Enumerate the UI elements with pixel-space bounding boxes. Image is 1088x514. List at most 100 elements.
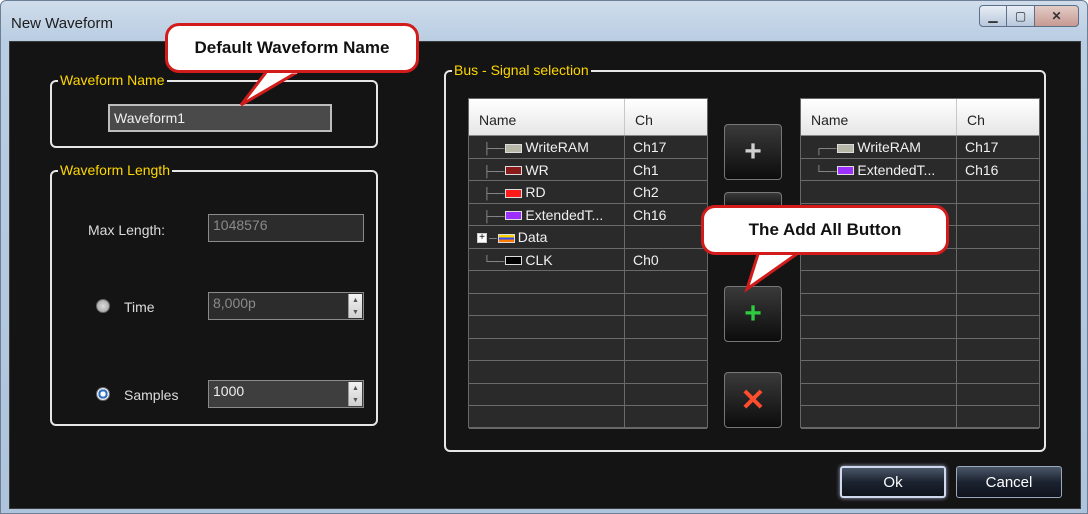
- signal-name-cell: [469, 271, 625, 293]
- signal-channel-cell: [957, 406, 1039, 428]
- empty-row: [469, 383, 707, 406]
- cancel-button[interactable]: Cancel: [956, 466, 1062, 498]
- selected-grid-header: Name Ch: [801, 99, 1039, 136]
- signal-name: WriteRAM: [857, 139, 921, 155]
- window-title: New Waveform: [11, 15, 113, 32]
- color-swatch-icon: [505, 211, 523, 221]
- signal-name-cell: [469, 383, 625, 405]
- tree-line-icon: ├──: [483, 165, 504, 178]
- signal-row[interactable]: + ─ Data: [469, 226, 707, 249]
- spin-down-icon: ▼: [352, 396, 359, 404]
- color-swatch-icon: [505, 143, 523, 153]
- signal-name-cell: ├── WriteRAM: [469, 136, 625, 158]
- signal-name-cell: [801, 181, 957, 203]
- signal-name-cell: ├── RD: [469, 181, 625, 203]
- signal-name-cell: [469, 406, 625, 428]
- waveform-name-group-title: Waveform Name: [58, 72, 167, 88]
- minimize-icon[interactable]: ▁: [979, 5, 1007, 27]
- time-spinner: ▲ ▼: [348, 294, 362, 318]
- signal-channel-cell: [625, 406, 707, 428]
- column-header-name[interactable]: Name: [469, 99, 625, 135]
- empty-row: [469, 338, 707, 361]
- signal-row[interactable]: └── ExtendedT... Ch16: [801, 158, 1039, 181]
- signal-channel-cell: [957, 294, 1039, 316]
- available-grid-body: ├── WriteRAM Ch17 ├── WR Ch1 ├── RD Ch2 ├── Extend…: [469, 136, 707, 429]
- bus-signal-selection-title: Bus - Signal selection: [452, 62, 591, 78]
- signal-channel-cell: [625, 316, 707, 338]
- signal-name-cell: └── CLK: [469, 248, 625, 270]
- signal-name-cell: └── ExtendedT...: [801, 158, 957, 180]
- max-length-label: Max Length:: [88, 222, 166, 238]
- signal-row[interactable]: ├── ExtendedT... Ch16: [469, 203, 707, 226]
- add-all-callout: The Add All Button: [701, 205, 949, 255]
- signal-channel-cell: Ch17: [625, 136, 707, 158]
- signal-name: WriteRAM: [525, 139, 589, 155]
- waveform-name-group: Waveform Name: [50, 72, 378, 148]
- signal-channel-cell: Ch1: [625, 159, 707, 181]
- signal-channel-cell: [957, 181, 1039, 203]
- signal-channel: Ch17: [965, 139, 999, 155]
- samples-value: 1000: [213, 383, 245, 399]
- samples-radio[interactable]: [96, 387, 110, 401]
- color-swatch-icon: [505, 166, 523, 176]
- tree-line-icon: └──: [815, 165, 836, 178]
- signal-channel-cell: Ch17: [957, 136, 1039, 158]
- selected-grid-body: ┌── WriteRAM Ch17 └── ExtendedT... Ch16: [801, 136, 1039, 429]
- signal-row[interactable]: ├── WriteRAM Ch17: [469, 136, 707, 159]
- signal-name: ExtendedT...: [857, 161, 936, 178]
- time-input: 8,000p ▲ ▼: [208, 292, 364, 320]
- title-bar[interactable]: New Waveform ▁ ▢ ✕: [1, 1, 1087, 41]
- available-grid-header: Name Ch: [469, 99, 707, 136]
- empty-row: [801, 293, 1039, 316]
- signal-channel: Ch16: [965, 161, 999, 178]
- color-swatch-icon: [837, 143, 855, 153]
- signal-row[interactable]: ├── WR Ch1: [469, 158, 707, 181]
- available-signals-grid[interactable]: Name Ch ├── WriteRAM Ch17 ├── WR Ch1 ├── RD Ch2 ├…: [468, 98, 708, 429]
- empty-row: [469, 271, 707, 294]
- selected-signals-grid[interactable]: Name Ch ┌── WriteRAM Ch17 └── ExtendedT... Ch…: [800, 98, 1040, 429]
- signal-row[interactable]: └── CLK Ch0: [469, 248, 707, 271]
- signal-channel-cell: [957, 384, 1039, 406]
- plus-icon: +: [744, 135, 762, 168]
- signal-channel-cell: [957, 361, 1039, 383]
- empty-row: [469, 361, 707, 384]
- waveform-length-group: Waveform Length Max Length: 1048576 Time…: [50, 162, 378, 426]
- column-header-name[interactable]: Name: [801, 99, 957, 135]
- color-swatch-icon: [837, 166, 855, 176]
- add-button[interactable]: +: [724, 124, 782, 180]
- empty-row: [801, 316, 1039, 339]
- maximize-icon[interactable]: ▢: [1007, 5, 1035, 27]
- signal-name-cell: [801, 383, 957, 405]
- column-header-ch[interactable]: Ch: [957, 99, 1039, 135]
- expand-icon[interactable]: +: [477, 233, 487, 244]
- tree-line-icon: ├──: [483, 143, 504, 155]
- signal-name-cell: [801, 316, 957, 338]
- signal-channel-cell: [625, 384, 707, 406]
- signal-row[interactable]: ├── RD Ch2: [469, 181, 707, 204]
- add-all-button[interactable]: +: [724, 286, 782, 342]
- signal-channel: Ch0: [633, 251, 659, 268]
- empty-row: [469, 406, 707, 429]
- color-swatch-icon: [497, 233, 515, 243]
- max-length-field: 1048576: [208, 214, 364, 242]
- signal-row[interactable]: ┌── WriteRAM Ch17: [801, 136, 1039, 159]
- default-name-callout: Default Waveform Name: [165, 23, 419, 73]
- close-icon[interactable]: ✕: [1035, 5, 1079, 27]
- add-all-plus-icon: +: [744, 297, 762, 330]
- remove-x-icon: ✕: [740, 383, 766, 417]
- samples-spinner[interactable]: ▲ ▼: [348, 382, 362, 406]
- column-header-ch[interactable]: Ch: [625, 99, 707, 135]
- signal-channel-cell: [625, 339, 707, 361]
- signal-channel-cell: [957, 316, 1039, 338]
- window-controls: ▁ ▢ ✕: [979, 5, 1079, 27]
- empty-row: [801, 406, 1039, 429]
- signal-channel-cell: Ch2: [625, 181, 707, 203]
- time-radio[interactable]: [96, 299, 110, 313]
- new-waveform-window: New Waveform ▁ ▢ ✕ Waveform Name Wavefor…: [0, 0, 1088, 514]
- waveform-length-group-title: Waveform Length: [58, 162, 172, 178]
- signal-channel-cell: [625, 294, 707, 316]
- remove-button[interactable]: ✕: [724, 372, 782, 428]
- ok-button[interactable]: Ok: [840, 466, 946, 498]
- signal-name-cell: ┌── WriteRAM: [801, 136, 957, 158]
- samples-input[interactable]: 1000 ▲ ▼: [208, 380, 364, 408]
